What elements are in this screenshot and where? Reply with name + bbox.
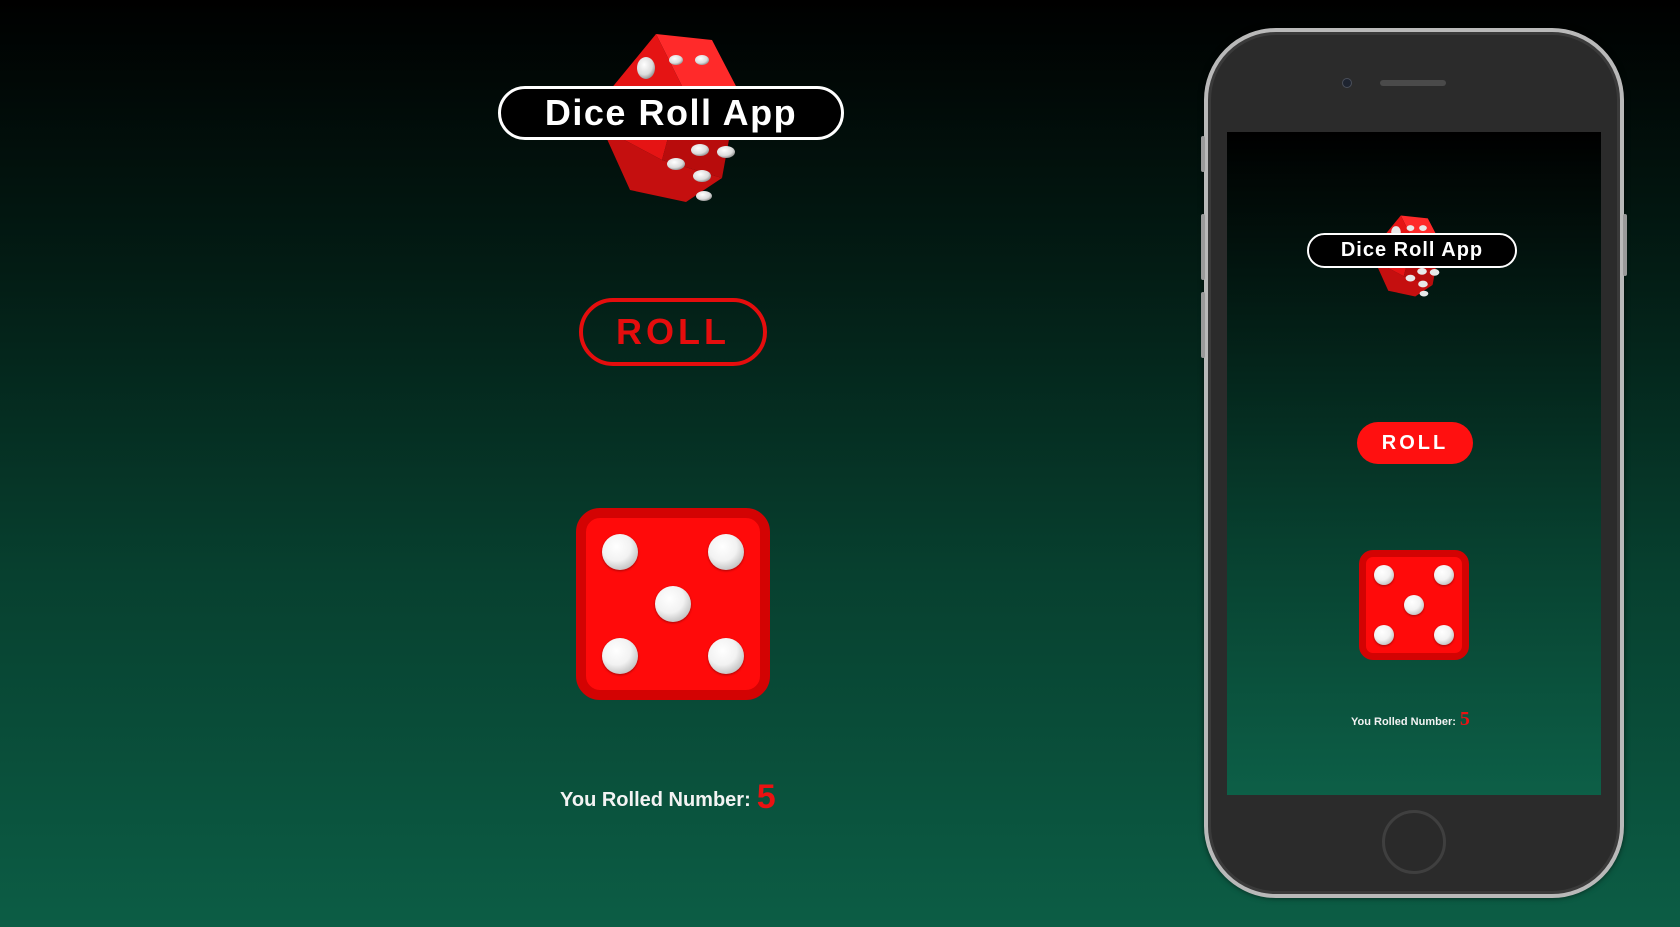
speaker-grille bbox=[1380, 80, 1446, 86]
die-pip bbox=[708, 534, 744, 570]
die-pip bbox=[708, 638, 744, 674]
phone-power-button bbox=[1623, 214, 1627, 276]
roll-button[interactable]: ROLL bbox=[579, 298, 767, 366]
die-pip bbox=[1434, 625, 1454, 645]
phone-roll-result: You Rolled Number: 5 bbox=[1351, 708, 1470, 731]
home-button[interactable] bbox=[1382, 810, 1446, 874]
die-pip bbox=[1374, 565, 1394, 585]
app-title: Dice Roll App bbox=[498, 86, 844, 140]
phone-volume-down bbox=[1201, 292, 1205, 358]
phone-app-header: Dice Roll App bbox=[1307, 210, 1517, 310]
die-pip bbox=[602, 534, 638, 570]
result-label: You Rolled Number: bbox=[560, 789, 751, 811]
result-value: 5 bbox=[756, 778, 776, 816]
phone-result-value: 5 bbox=[1459, 708, 1470, 730]
app-header: Dice Roll App bbox=[498, 30, 848, 210]
phone-roll-button[interactable]: ROLL bbox=[1357, 422, 1473, 464]
dice-five-icon bbox=[1359, 550, 1469, 660]
phone-mute-switch bbox=[1201, 136, 1205, 172]
roll-result: You Rolled Number: 5 bbox=[560, 778, 792, 817]
phone-result-label: You Rolled Number: bbox=[1351, 716, 1456, 728]
camera-icon bbox=[1342, 78, 1352, 88]
phone-screen: Dice Roll App ROLL You Rolled Number: 5 bbox=[1227, 132, 1601, 795]
die-pip bbox=[602, 638, 638, 674]
die-pip bbox=[1374, 625, 1394, 645]
phone-app-title: Dice Roll App bbox=[1307, 233, 1517, 268]
die-pip bbox=[1404, 595, 1424, 615]
dice-five-icon bbox=[576, 508, 770, 700]
die-pip bbox=[1434, 565, 1454, 585]
die-pip bbox=[655, 586, 691, 622]
phone-volume-up bbox=[1201, 214, 1205, 280]
